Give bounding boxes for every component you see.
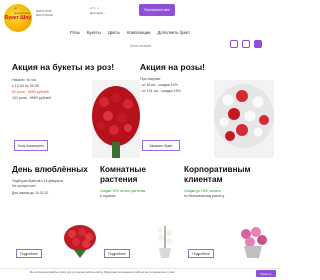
promo-roses-button[interactable]: Заказать букет bbox=[142, 140, 180, 151]
cookie-banner: Мы используем файлы cookie для улучшения… bbox=[0, 268, 280, 280]
orchid-plant-image bbox=[150, 222, 180, 258]
promo-bouquets-title: Акция на букеты из роз! bbox=[12, 62, 115, 72]
cart-icon[interactable] bbox=[254, 40, 262, 48]
promo-roses-title: Акция на розы! bbox=[140, 62, 205, 72]
card-valentines-title: День влюблённых bbox=[12, 165, 88, 174]
card-houseplants: Комнатные растения Скидка 10% на все рас… bbox=[100, 165, 180, 199]
card-valentines-text3: Для заказа до 10.02.20 bbox=[12, 191, 49, 195]
card-valentines-text2: Не пропустите! bbox=[12, 184, 36, 188]
card-corporate-text2: по безналичному расчету bbox=[184, 194, 225, 198]
corporate-flowers-image bbox=[234, 222, 272, 258]
nav-item-flowers[interactable]: Цветы bbox=[108, 30, 120, 35]
card-houseplants-text2: в горшках bbox=[100, 194, 116, 198]
red-roses-image bbox=[92, 80, 140, 158]
card-corporate-title: Корпоративным клиентам bbox=[184, 165, 251, 184]
card-valentines: День влюблённых Подборка букетов к 14 фе… bbox=[12, 165, 92, 196]
callback-button[interactable]: Перезвоните мне bbox=[139, 4, 175, 16]
nav-item-season-hits[interactable]: Хиты сезона bbox=[130, 44, 151, 48]
favorites-icon[interactable] bbox=[242, 40, 250, 48]
nav-item-roses[interactable]: Розы bbox=[70, 30, 80, 35]
card-corporate: Корпоративным клиентам Скидки до 15%, оп… bbox=[184, 165, 274, 199]
nav-item-compositions[interactable]: Композиции bbox=[127, 30, 151, 35]
user-icon[interactable] bbox=[230, 40, 238, 48]
phone-number[interactable]: +7 (...) bbox=[90, 6, 99, 10]
tagline: Цветочная мастерская bbox=[36, 9, 54, 17]
nav-item-extras[interactable]: Дополнить букет bbox=[158, 30, 190, 35]
promo-bouquets-button[interactable]: Хочу посмотреть bbox=[14, 140, 48, 151]
cookie-accept-button[interactable]: Принять bbox=[256, 270, 276, 277]
card-houseplants-button[interactable]: Подробнее bbox=[104, 249, 130, 258]
address-line-2: Жуковского ... bbox=[14, 11, 34, 15]
valentines-bouquet-image bbox=[62, 222, 98, 258]
delivery-info: Доставка ... bbox=[90, 11, 107, 15]
card-houseplants-title: Комнатные растения bbox=[100, 165, 146, 184]
cookie-text: Мы используем файлы cookie для улучшения… bbox=[30, 271, 175, 274]
card-corporate-button[interactable]: Подробнее bbox=[188, 249, 214, 258]
main-nav: Розы Букеты Цветы Композиции Дополнить б… bbox=[70, 30, 190, 35]
nav-item-bouquets[interactable]: Букеты bbox=[87, 30, 101, 35]
logo-text: Букет Шоу bbox=[4, 14, 32, 21]
address-line-1: ул. ... bbox=[14, 6, 22, 10]
header: Букет Шоу Цветочная мастерская ул. ... Ж… bbox=[0, 0, 280, 48]
header-icons bbox=[230, 40, 262, 48]
roses-mix-image bbox=[214, 80, 274, 158]
card-valentines-button[interactable]: Подробнее bbox=[16, 249, 42, 258]
